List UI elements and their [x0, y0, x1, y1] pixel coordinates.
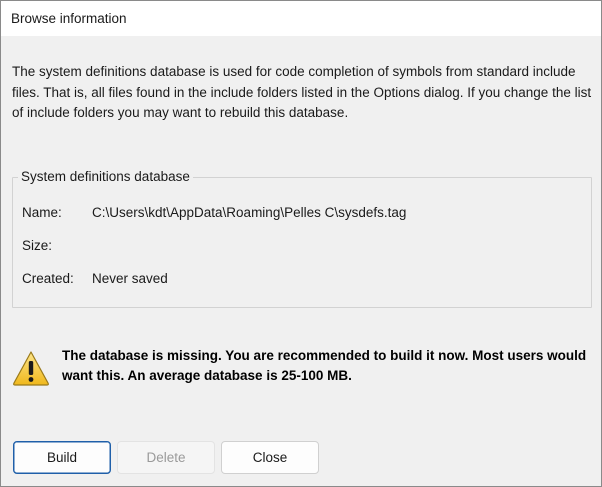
groupbox-label: System definitions database: [18, 169, 193, 184]
delete-button[interactable]: Delete: [117, 441, 215, 474]
warning-icon: [13, 351, 49, 386]
name-value: C:\Users\kdt\AppData\Roaming\Pelles C\sy…: [92, 205, 407, 220]
description-text: The system definitions database is used …: [12, 64, 592, 120]
title-bar[interactable]: Browse information: [1, 1, 601, 36]
size-label: Size:: [22, 238, 53, 253]
name-label: Name:: [22, 205, 62, 220]
close-button[interactable]: Close: [221, 441, 319, 474]
database-groupbox: [12, 177, 592, 308]
created-value: Never saved: [92, 271, 168, 286]
window-title: Browse information: [11, 11, 127, 26]
warning-message: The database is missing. You are recomme…: [62, 348, 587, 383]
build-button[interactable]: Build: [13, 441, 111, 474]
browse-information-dialog: Browse information The system definition…: [0, 0, 602, 487]
created-label: Created:: [22, 271, 74, 286]
